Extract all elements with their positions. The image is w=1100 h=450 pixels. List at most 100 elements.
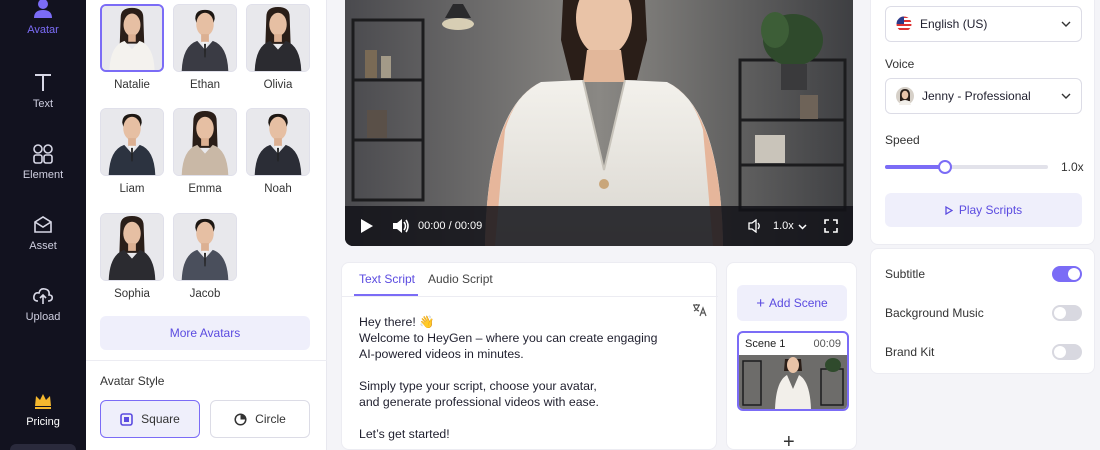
style-label: Square (141, 412, 180, 426)
tab-text-script[interactable]: Text Script (359, 272, 415, 286)
left-nav: Avatar Text Element Asset Upload Pricing (0, 0, 86, 450)
speed-value: 1.0x (1061, 160, 1084, 174)
video-preview[interactable]: 00:00 / 00:09 1.0x (345, 0, 853, 246)
switch-knob (1054, 346, 1066, 358)
play-scripts-button[interactable]: Play Scripts (885, 193, 1082, 227)
nav-item-pricing[interactable]: Pricing (0, 390, 86, 450)
scenes-column: + Add Scene Scene 1 00:09 + (726, 262, 857, 450)
avatar-name: Emma (188, 183, 222, 195)
toggle-panel: Subtitle Background Music Brand Kit (870, 248, 1095, 374)
script-text[interactable]: Hey there! 👋 Welcome to HeyGen – where y… (359, 314, 658, 450)
fullscreen-icon[interactable] (824, 219, 838, 233)
voice-avatar (896, 87, 914, 105)
user-icon (34, 0, 52, 18)
avatar-name: Jacob (189, 288, 221, 300)
subtitle-switch[interactable] (1052, 266, 1082, 282)
volume-icon[interactable] (392, 218, 410, 234)
scene-card[interactable]: Scene 1 00:09 (737, 331, 849, 411)
us-flag-icon (896, 16, 912, 32)
avatar-name: Olivia (263, 79, 293, 91)
asset-icon (34, 216, 52, 233)
slider-handle[interactable] (938, 160, 953, 174)
upload-icon (33, 288, 53, 304)
nav-label: Asset (29, 240, 57, 252)
speed-slider[interactable] (885, 160, 1048, 174)
divider (86, 360, 327, 361)
script-card: Text Script Audio Script Hey there! 👋 We… (341, 262, 718, 450)
tab-audio-script[interactable]: Audio Script (428, 272, 493, 286)
tab-divider (342, 296, 718, 297)
nav-label: Upload (25, 311, 61, 323)
language-value: English (US) (920, 17, 988, 31)
nav-item-asset[interactable]: Asset (0, 214, 86, 274)
chevron-down-icon (798, 224, 807, 230)
add-scene-plus-icon[interactable]: + (783, 431, 795, 450)
play-icon (945, 205, 953, 215)
avatar-card[interactable]: Noah (246, 108, 310, 195)
language-select[interactable]: English (US) (885, 6, 1082, 42)
avatar-card[interactable]: Ethan (173, 4, 237, 91)
avatar-style-title: Avatar Style (100, 374, 165, 388)
script-paragraph: Let’s get started! (359, 427, 450, 441)
nav-item-avatar[interactable]: Avatar (0, 0, 86, 60)
add-scene-button[interactable]: + Add Scene (737, 285, 847, 321)
square-icon (120, 412, 133, 426)
nav-label: Element (22, 169, 64, 181)
toggle-row-subtitle: Subtitle (885, 264, 1082, 284)
nav-item-element[interactable]: Element (0, 143, 86, 203)
crown-icon (35, 394, 51, 409)
speed-label: Speed (885, 133, 920, 147)
avatar-name: Ethan (189, 79, 221, 91)
avatar-card[interactable]: Emma (173, 108, 237, 195)
settings-panel: English (US) Voice Jenny - Professional … (870, 0, 1095, 245)
translate-icon[interactable] (692, 303, 707, 317)
text-icon (35, 74, 51, 91)
avatar-thumbnail (246, 108, 310, 176)
avatar-thumbnail (173, 213, 237, 281)
toggle-row-background-music: Background Music (885, 303, 1082, 323)
more-avatars-button[interactable]: More Avatars (100, 316, 310, 350)
toggle-row-brand-kit: Brand Kit (885, 342, 1082, 362)
nav-item-upload[interactable]: Upload (0, 285, 86, 345)
avatar-card[interactable]: Jacob (173, 213, 237, 300)
circle-icon (234, 412, 247, 426)
slider-fill (885, 165, 946, 169)
style-circle-button[interactable]: Circle (210, 400, 310, 438)
speaker-icon[interactable] (748, 219, 763, 233)
chevron-down-icon (1061, 21, 1071, 27)
avatar-panel: Natalie Ethan Olivia Liam Emma Noah Soph… (86, 0, 327, 450)
avatar-card[interactable]: Natalie (100, 4, 164, 91)
avatar-thumbnail (173, 108, 237, 176)
playback-speed[interactable]: 1.0x (773, 220, 794, 232)
nav-label: Avatar (27, 24, 59, 36)
voice-value: Jenny - Professional (922, 89, 1031, 103)
toggle-label: Background Music (885, 306, 984, 320)
nav-label: Pricing (26, 416, 60, 428)
toggle-label: Subtitle (885, 267, 926, 281)
script-paragraph: Hey there! 👋 Welcome to HeyGen – where y… (359, 315, 658, 361)
style-label: Circle (255, 412, 286, 426)
plus-icon: + (756, 294, 766, 312)
voice-label: Voice (885, 57, 915, 71)
avatar-name: Liam (119, 183, 145, 195)
avatar-thumbnail (173, 4, 237, 72)
video-time: 00:00 / 00:09 (418, 220, 483, 232)
avatar-name: Sophia (114, 288, 150, 300)
avatar-card[interactable]: Liam (100, 108, 164, 195)
switch-knob (1054, 307, 1066, 319)
scene-thumbnail (739, 355, 847, 409)
play-icon[interactable] (360, 218, 374, 234)
chevron-down-icon (1061, 93, 1071, 99)
avatar-card[interactable]: Olivia (246, 4, 310, 91)
voice-select[interactable]: Jenny - Professional (885, 78, 1082, 114)
nav-label: Text (32, 98, 54, 110)
script-paragraph: Simply type your script, choose your ava… (359, 379, 599, 409)
avatar-thumbnail (100, 213, 164, 281)
nav-item-text[interactable]: Text (0, 72, 86, 132)
background-music-switch[interactable] (1052, 305, 1082, 321)
avatar-card[interactable]: Sophia (100, 213, 164, 300)
scene-duration: 00:09 (813, 338, 841, 350)
avatar-thumbnail (246, 4, 310, 72)
style-square-button[interactable]: Square (100, 400, 200, 438)
brand-kit-switch[interactable] (1052, 344, 1082, 360)
